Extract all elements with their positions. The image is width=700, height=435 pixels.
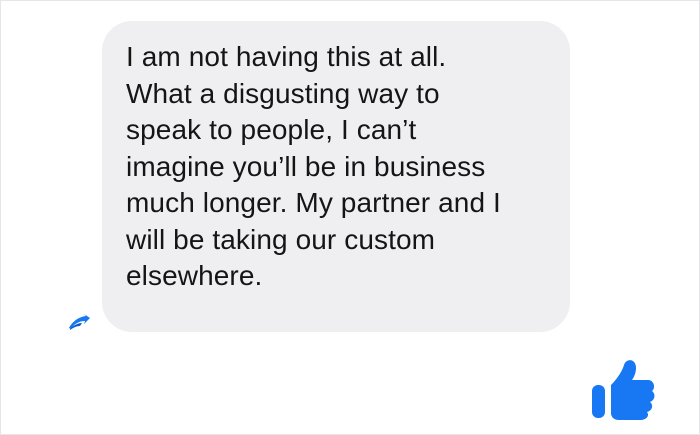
thumbs-up-icon-shape [592, 360, 655, 420]
message-text: I am not having this at all. What a disg… [126, 41, 501, 291]
reply-icon-shape [69, 314, 90, 330]
chat-window: I am not having this at all. What a disg… [0, 0, 700, 435]
message-bubble[interactable]: I am not having this at all. What a disg… [102, 21, 570, 332]
thumbs-up-icon[interactable] [590, 355, 656, 421]
reply-icon[interactable] [67, 313, 91, 333]
